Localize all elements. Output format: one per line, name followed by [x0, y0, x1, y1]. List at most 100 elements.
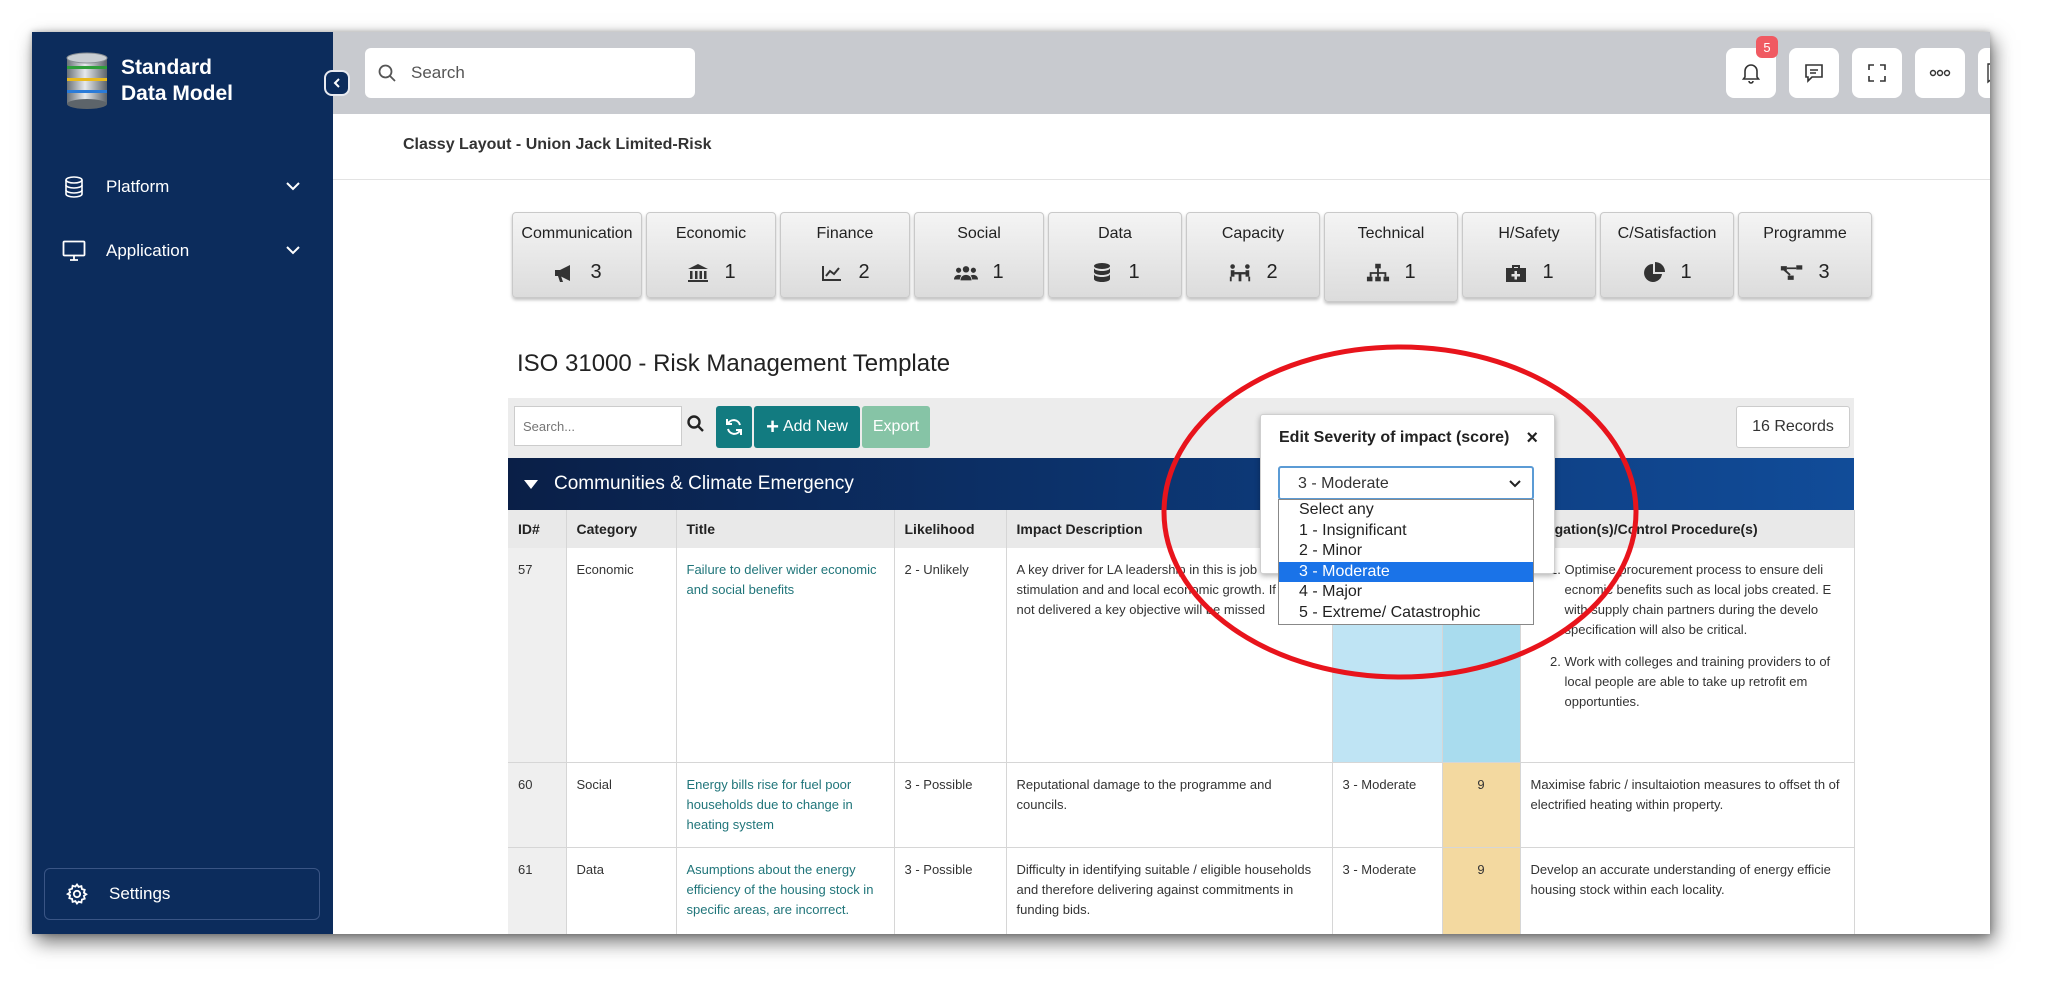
- grid-toolbar: + Add New Export 16 Records: [508, 398, 1854, 458]
- mitigation-item: Optimise procurement process to ensure d…: [1565, 560, 1844, 640]
- cell-category: Economic: [566, 548, 677, 763]
- category-label: Data: [1098, 225, 1132, 242]
- cell-mitigation: Optimise procurement process to ensure d…: [1520, 548, 1855, 763]
- column-header-mitigation[interactable]: Mitigation(s)/Control Procedure(s): [1520, 510, 1855, 548]
- brand-name: Standard Data Model: [121, 55, 233, 107]
- sidebar-item-platform[interactable]: Platform: [62, 167, 302, 207]
- monitor-icon: [62, 239, 86, 263]
- risk-table: ID# Category Title Likelihood Impact Des…: [508, 510, 1855, 934]
- add-new-button[interactable]: + Add New: [754, 406, 860, 448]
- category-label: Technical: [1357, 225, 1425, 242]
- messages-button[interactable]: [1789, 48, 1839, 98]
- category-label: H/Safety: [1498, 225, 1560, 242]
- cell-impact: Difficulty in identifying suitable / eli…: [1006, 847, 1333, 934]
- cell-id: 60: [508, 762, 567, 848]
- category-card-programme[interactable]: Programme 3: [1738, 212, 1872, 298]
- bookmark-button[interactable]: [1978, 48, 1990, 98]
- project-diagram-icon: [1780, 262, 1804, 284]
- notification-badge: 5: [1756, 36, 1778, 58]
- category-card-csatisfaction[interactable]: C/Satisfaction 1: [1600, 212, 1734, 298]
- chat-icon: [1805, 64, 1823, 83]
- sidebar-collapse-button[interactable]: [324, 70, 350, 96]
- cell-category: Social: [566, 762, 677, 848]
- chevron-down-icon: [1509, 480, 1521, 488]
- gear-icon: [65, 882, 88, 905]
- category-card-finance[interactable]: Finance 2: [780, 212, 910, 298]
- search-icon[interactable]: [686, 414, 706, 434]
- category-card-capacity[interactable]: Capacity 2: [1186, 212, 1320, 298]
- severity-option[interactable]: 5 - Extreme/ Catastrophic: [1279, 603, 1533, 624]
- cell-likelihood[interactable]: 2 - Unlikely: [894, 548, 1007, 763]
- cell-impact: Reputational damage to the programme and…: [1006, 762, 1333, 848]
- column-header-id[interactable]: ID#: [508, 510, 567, 548]
- column-header-category[interactable]: Category: [566, 510, 677, 548]
- grid-search-input[interactable]: [514, 406, 682, 446]
- category-card-economic[interactable]: Economic 1: [646, 212, 776, 298]
- refresh-button[interactable]: [716, 406, 752, 448]
- breadcrumb: Classy Layout - Union Jack Limited-Risk: [403, 136, 712, 153]
- category-count: 3: [590, 261, 602, 283]
- cell-title-link[interactable]: Failure to deliver wider economic and so…: [676, 548, 895, 763]
- sidebar: Standard Data Model Platform Application…: [32, 32, 333, 934]
- severity-option[interactable]: Select any: [1279, 500, 1533, 521]
- cell-score: 9: [1442, 847, 1521, 934]
- cell-severity[interactable]: 3 - Moderate: [1332, 762, 1443, 848]
- refresh-icon: [726, 419, 742, 435]
- pie-chart-icon: [1642, 261, 1666, 284]
- cell-title-link[interactable]: Asumptions about the energy efficiency o…: [676, 847, 895, 934]
- notifications-button[interactable]: 5: [1726, 36, 1778, 98]
- group-title: Communities & Climate Emergency: [554, 473, 854, 494]
- severity-selected-value: 3 - Moderate: [1298, 475, 1389, 492]
- category-card-technical[interactable]: Technical 1: [1324, 212, 1458, 302]
- category-label: Economic: [675, 225, 747, 242]
- column-header-likelihood[interactable]: Likelihood: [894, 510, 1007, 548]
- settings-button[interactable]: Settings: [44, 868, 320, 920]
- category-card-data[interactable]: Data 1: [1048, 212, 1182, 298]
- brand[interactable]: Standard Data Model: [65, 52, 233, 110]
- severity-option[interactable]: 4 - Major: [1279, 582, 1533, 603]
- database-logo-icon: [66, 52, 108, 109]
- sidebar-item-label: Application: [106, 241, 190, 260]
- close-icon[interactable]: ×: [1526, 427, 1538, 450]
- caret-down-icon: [524, 479, 538, 489]
- top-bar: 5: [333, 32, 1990, 114]
- group-header[interactable]: Communities & Climate Emergency: [508, 458, 1854, 510]
- bank-icon: [686, 262, 710, 284]
- global-search[interactable]: [365, 48, 695, 98]
- category-card-hsafety[interactable]: H/Safety 1: [1462, 212, 1596, 298]
- people-table-icon: [1228, 262, 1252, 284]
- chevron-down-icon: [286, 182, 300, 191]
- mitigation-item: Work with colleges and training provider…: [1565, 652, 1844, 712]
- search-input[interactable]: [409, 62, 673, 84]
- category-label: Communication: [521, 225, 633, 242]
- chevron-down-icon: [286, 246, 300, 255]
- export-label: Export: [872, 418, 920, 435]
- brand-line-2: Data Model: [121, 82, 234, 105]
- column-header-title[interactable]: Title: [676, 510, 895, 548]
- cell-likelihood[interactable]: 3 - Possible: [894, 762, 1007, 848]
- table-row: 57 Economic Failure to deliver wider eco…: [508, 548, 1855, 763]
- fullscreen-button[interactable]: [1852, 48, 1902, 98]
- fullscreen-icon: [1868, 64, 1886, 82]
- sitemap-icon: [1366, 262, 1390, 284]
- severity-option[interactable]: 1 - Insignificant: [1279, 521, 1533, 542]
- search-icon: [378, 64, 396, 82]
- export-button[interactable]: Export: [862, 406, 930, 448]
- cell-mitigation: Maximise fabric / insultaiotion measures…: [1520, 762, 1855, 848]
- cell-severity[interactable]: 3 - Moderate: [1332, 847, 1443, 934]
- cell-title-link[interactable]: Energy bills rise for fuel poor househol…: [676, 762, 895, 848]
- sidebar-item-application[interactable]: Application: [62, 231, 302, 271]
- category-count: 3: [1818, 261, 1830, 283]
- breadcrumb-bar: Classy Layout - Union Jack Limited-Risk: [333, 114, 1990, 180]
- severity-option-selected[interactable]: 3 - Moderate: [1279, 561, 1533, 583]
- category-card-communication[interactable]: Communication 3: [512, 212, 642, 298]
- cell-id: 61: [508, 847, 567, 934]
- severity-select[interactable]: 3 - Moderate: [1278, 466, 1534, 500]
- cell-likelihood[interactable]: 3 - Possible: [894, 847, 1007, 934]
- category-card-social[interactable]: Social 1: [914, 212, 1044, 298]
- more-options-button[interactable]: [1915, 48, 1965, 98]
- category-count: 1: [1680, 261, 1692, 283]
- category-count: 1: [1542, 261, 1554, 283]
- category-label: Finance: [816, 225, 874, 242]
- severity-option[interactable]: 2 - Minor: [1279, 541, 1533, 562]
